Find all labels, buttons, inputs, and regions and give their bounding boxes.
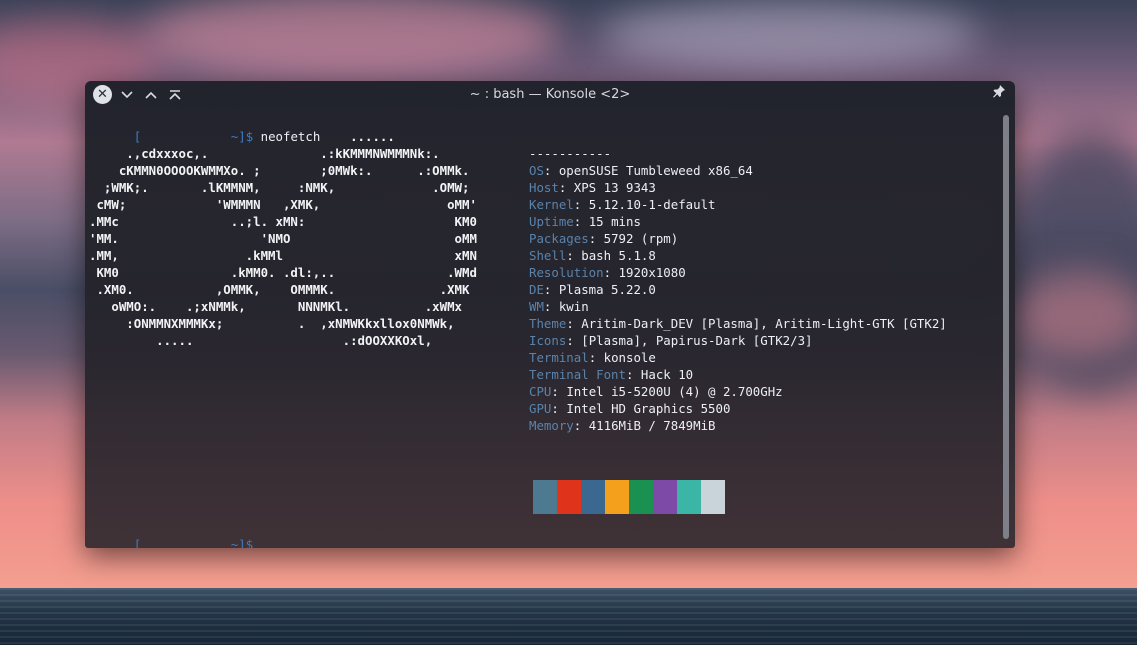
ascii-line: .XM0. ,OMMK, OMMMK. .XMK [89,282,470,297]
info-value: Intel i5-5200U (4) @ 2.700GHz [566,384,783,399]
info-separator: ----------- [529,146,612,161]
info-key: Host [529,180,559,195]
color-swatch [653,480,677,514]
info-separator-colon: : [558,180,574,195]
info-value: Aritim-Dark_DEV [Plasma], Aritim-Light-G… [581,316,947,331]
ascii-line: cKMMN0OOOOKWMMXo. ; ;0MWk:. .:OMMk. [89,163,470,178]
info-separator-colon: : [566,333,582,348]
ascii-line: cMW; 'WMMMN ,XMK, oMM' [89,197,477,212]
info-separator-colon: : [573,214,589,229]
info-key: WM [529,299,544,314]
info-value: 5.12.10-1-default [588,197,716,212]
info-row: WM: kwin [529,298,589,315]
prompt-line: [ ~]$ neofetch [89,111,321,144]
ascii-line: oWMO:. .;xNMMk, NNNMKl. .xWMx [89,299,462,314]
info-value: 1920x1080 [618,265,686,280]
prompt-line-current[interactable]: [ ~]$ [89,519,253,548]
info-row: Kernel: 5.12.10-1-default [529,196,716,213]
titlebar[interactable]: ✕ ~ : bash — Konsole <2> [85,81,1015,108]
info-key: Kernel [529,197,574,212]
ascii-line: :ONMMNXMMMKx; . ,xNMWKkxllox0NMWk, [89,316,455,331]
info-key: Shell [529,248,567,263]
info-separator-colon: : [588,350,604,365]
info-key: Memory [529,418,574,433]
info-value: bash 5.1.8 [581,248,656,263]
wallpaper-cloud [600,0,980,70]
info-key: CPU [529,384,552,399]
wallpaper-cloud [1010,270,1137,360]
info-value: konsole [603,350,656,365]
info-separator-colon: : [543,282,559,297]
info-value: Plasma 5.22.0 [558,282,656,297]
info-value: XPS 13 9343 [573,180,656,195]
info-row: OS: openSUSE Tumbleweed x86_64 [529,162,753,179]
info-row: Shell: bash 5.1.8 [529,247,656,264]
info-row: Terminal: konsole [529,349,656,366]
info-separator-colon: : [573,418,589,433]
info-key: GPU [529,401,552,416]
info-separator-colon: : [603,265,619,280]
ascii-line: .,cdxxxoc,. .:kKMMMNWMMMNk:. [89,146,440,161]
info-separator-colon: : [551,401,567,416]
info-key: Terminal [529,350,589,365]
color-swatch [557,480,581,514]
ascii-line: ...... [89,129,395,144]
info-key: DE [529,282,544,297]
info-row: Packages: 5792 (rpm) [529,230,678,247]
info-separator-colon: : [566,248,582,263]
color-swatch [677,480,701,514]
info-separator-colon: : [625,367,641,382]
konsole-window[interactable]: ✕ ~ : bash — Konsole <2> [ ~]$ neofetch [85,81,1015,548]
info-key: OS [529,163,544,178]
info-key: Icons [529,333,567,348]
sea-background [0,588,1137,645]
info-row: Host: XPS 13 9343 [529,179,656,196]
info-row: Terminal Font: Hack 10 [529,366,693,383]
info-value: openSUSE Tumbleweed x86_64 [558,163,753,178]
info-value: 15 mins [588,214,641,229]
color-swatch [629,480,653,514]
info-key: Terminal Font [529,367,626,382]
info-value: kwin [558,299,589,314]
info-value: Intel HD Graphics 5500 [566,401,731,416]
ascii-line: ;WMK;. .lKMMNM, :NMK, .OMW; [89,180,470,195]
color-swatch [533,480,557,514]
ascii-line: KM0 .kMM0. .dl:,.. .WMd [89,265,477,280]
info-row: Theme: Aritim-Dark_DEV [Plasma], Aritim-… [529,315,947,332]
info-separator-colon: : [566,316,582,331]
info-row: DE: Plasma 5.22.0 [529,281,656,298]
info-row: Resolution: 1920x1080 [529,264,686,281]
color-swatch [605,480,629,514]
info-row: GPU: Intel HD Graphics 5500 [529,400,730,417]
info-key: Packages [529,231,589,246]
info-value: [Plasma], Papirus-Dark [GTK2/3] [581,333,813,348]
info-value: Hack 10 [640,367,694,382]
info-key: Uptime [529,214,574,229]
wallpaper-cloud [140,0,560,80]
ascii-line: ..... .:dOOXXKOxl, [89,333,433,348]
info-separator-colon: : [551,384,567,399]
info-row: Memory: 4116MiB / 7849MiB [529,417,716,434]
ascii-line: .MMc ..;l. xMN: KM0 [89,214,477,229]
color-palette [533,480,725,514]
info-separator-colon: : [573,197,589,212]
ascii-line: .MM, .kMMl xMN [89,248,477,263]
info-row: Icons: [Plasma], Papirus-Dark [GTK2/3] [529,332,813,349]
info-value: 5792 (rpm) [603,231,679,246]
info-separator-colon: : [588,231,604,246]
info-key: Resolution [529,265,604,280]
pin-icon[interactable] [993,85,1005,102]
info-separator-colon: : [543,163,559,178]
window-title: ~ : bash — Konsole <2> [469,87,631,102]
color-swatch [701,480,725,514]
ascii-line: 'MM. 'NMO oMM [89,231,477,246]
info-value: 4116MiB / 7849MiB [588,418,716,433]
info-separator-colon: : [543,299,559,314]
color-swatch [581,480,605,514]
info-row: Uptime: 15 mins [529,213,641,230]
prompt-symbol: ]$ [238,537,254,548]
info-key: Theme [529,316,567,331]
scrollbar[interactable] [1003,115,1009,539]
info-row: CPU: Intel i5-5200U (4) @ 2.700GHz [529,383,783,400]
